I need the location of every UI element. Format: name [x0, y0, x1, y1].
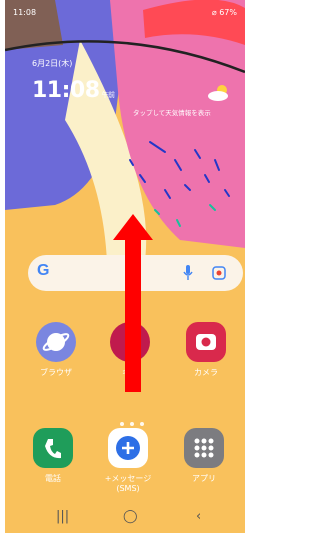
camera-icon: [186, 322, 226, 362]
clock-time: 11:08: [32, 78, 100, 103]
navigation-bar: ||| ◯ ‹: [5, 509, 245, 533]
message-plus-icon: [108, 428, 148, 468]
app-browser[interactable]: ブラウザ: [31, 322, 81, 378]
app-phone[interactable]: 電話: [28, 428, 78, 484]
home-icon[interactable]: ◯: [123, 509, 138, 524]
app-label: 電話: [45, 474, 61, 483]
clock[interactable]: 11:08 午前: [32, 78, 115, 103]
apps-grid-icon: [184, 428, 224, 468]
home-screen: 11:08 ⌀ 67% 6月2日(木) 11:08 午前 タップして天気情報を表示…: [5, 0, 245, 533]
status-bar: 11:08 ⌀ 67%: [5, 0, 245, 20]
date-text: 6月2日(木): [32, 59, 73, 68]
app-label: ブラウザ: [40, 368, 72, 377]
browser-icon: [36, 322, 76, 362]
lens-icon[interactable]: [212, 266, 226, 280]
phone-icon: [33, 428, 73, 468]
google-g-icon: G: [37, 262, 50, 279]
status-battery: ⌀ 67%: [211, 8, 237, 17]
cloud-sun-icon[interactable]: [206, 82, 234, 102]
swipe-up-arrow-overlay: [113, 214, 153, 392]
back-icon[interactable]: ‹: [196, 509, 201, 524]
recent-apps-icon[interactable]: |||: [56, 509, 69, 524]
status-time: 11:08: [13, 8, 37, 17]
app-drawer[interactable]: アプリ: [179, 428, 229, 484]
clock-ampm: 午前: [101, 91, 116, 99]
weather-prompt[interactable]: タップして天気情報を表示: [133, 107, 211, 117]
mic-icon[interactable]: [183, 265, 193, 281]
app-label: +メッセージ (SMS): [104, 474, 152, 493]
app-camera[interactable]: カメラ: [181, 322, 231, 378]
app-label: アプリ: [192, 474, 216, 483]
app-messages-sms[interactable]: +メッセージ (SMS): [103, 428, 153, 494]
app-label: カメラ: [194, 368, 218, 377]
